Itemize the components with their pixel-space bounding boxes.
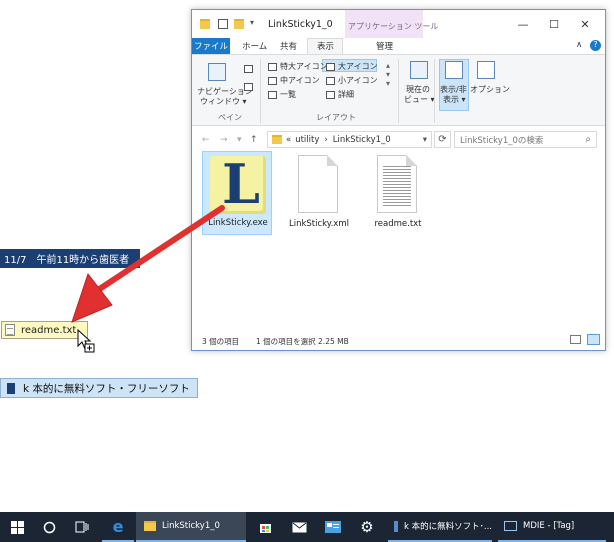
edge-icon[interactable]: e bbox=[102, 512, 134, 542]
folder-icon bbox=[144, 521, 156, 531]
mdie-window-icon bbox=[504, 521, 517, 531]
store-icon[interactable] bbox=[250, 512, 280, 542]
settings-gear-icon[interactable]: ⚙ bbox=[352, 512, 382, 542]
taskbar: e LinkSticky1_0 ⚙ k 本的に無料ソフト･... MDIE - … bbox=[0, 512, 614, 542]
task-label: MDIE - [Tag] bbox=[523, 521, 575, 531]
search-circle-icon[interactable] bbox=[34, 512, 64, 542]
windows-logo-icon[interactable] bbox=[0, 512, 34, 542]
task-label: k 本的に無料ソフト･... bbox=[404, 522, 492, 532]
task-view-icon[interactable] bbox=[66, 512, 98, 542]
mail-icon[interactable] bbox=[284, 512, 314, 542]
task-label: LinkSticky1_0 bbox=[162, 521, 220, 531]
taskbar-task-mdie[interactable]: MDIE - [Tag] bbox=[498, 512, 606, 542]
bookmark-icon bbox=[394, 520, 399, 532]
taskbar-task-explorer[interactable]: LinkSticky1_0 bbox=[136, 512, 246, 542]
app-window-icon[interactable] bbox=[318, 512, 348, 542]
drag-cursor-icon bbox=[77, 328, 95, 353]
drag-arrow bbox=[71, 205, 225, 353]
taskbar-task-k-software[interactable]: k 本的に無料ソフト･... bbox=[388, 512, 492, 542]
